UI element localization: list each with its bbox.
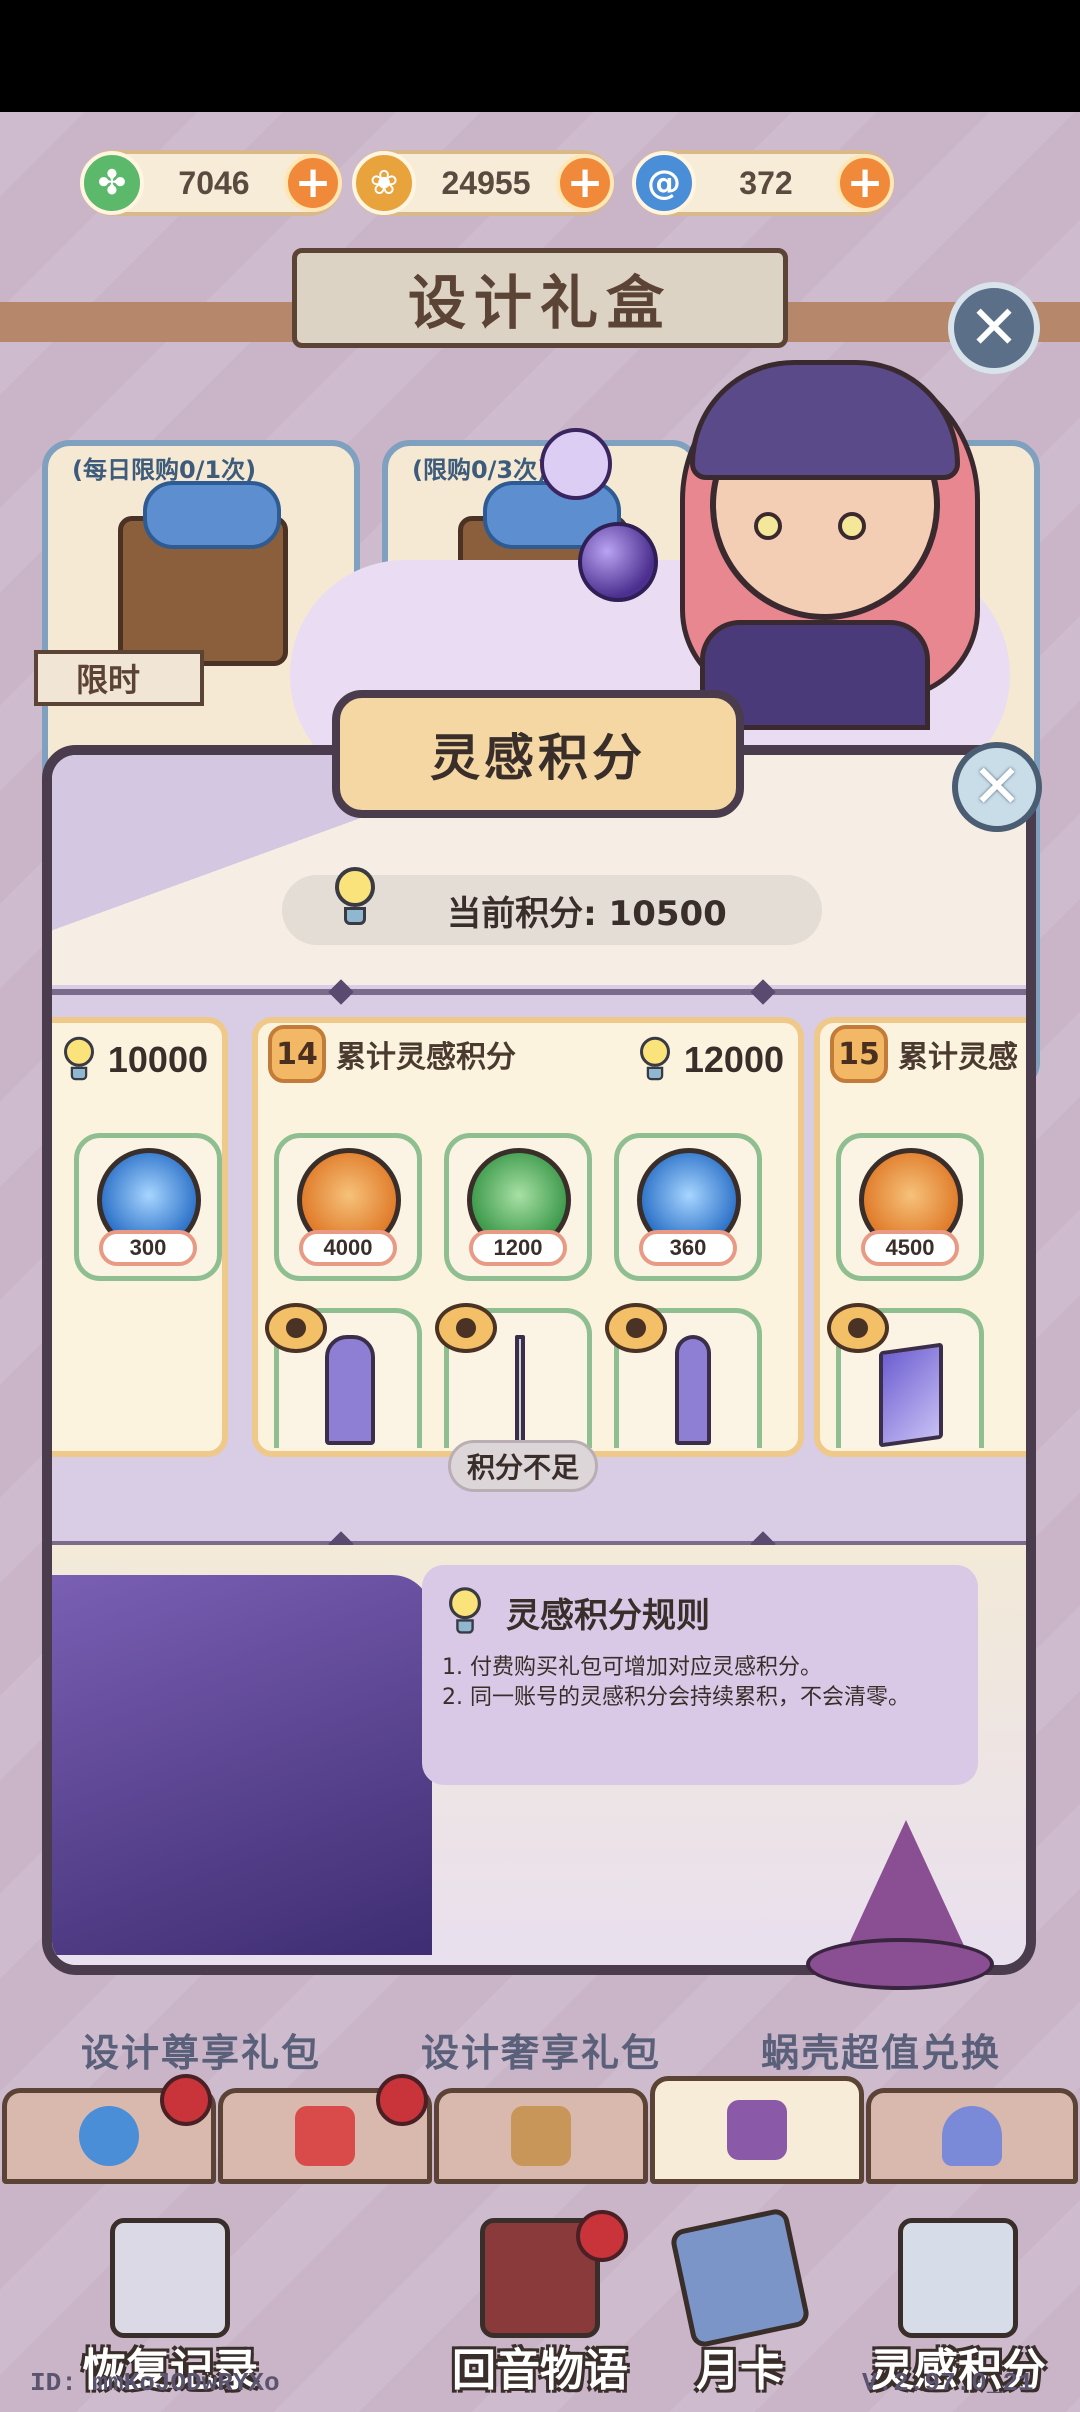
lightbulb-icon [898,2218,1018,2338]
reward-slot[interactable]: 4000 [274,1133,422,1281]
lightbulb-icon [638,1036,673,1084]
notification-dot [376,2074,428,2126]
current-score-text: 当前积分: 10500 [447,893,727,934]
reward-card-14[interactable]: 14 累计灵感积分 12000 4000 1200 360 [252,1017,804,1457]
tier-label: 累计灵感 [898,1040,1018,1075]
clover-coin-icon: ✤ [80,151,144,215]
inspiration-points-modal: 当前积分: 10500 10000 300 14 累计灵感积分 12000 40… [42,745,1036,1975]
clover-coin-value: 7046 [178,164,250,201]
tier-badge: 14 [268,1025,326,1083]
small-orb-icon [540,428,612,500]
clipboard-icon [110,2218,230,2338]
modal-close-button[interactable]: ✕ [952,742,1042,832]
mirror-item-icon [675,1335,711,1445]
preview-eye-icon[interactable] [435,1303,497,1353]
reward-card-13[interactable]: 10000 300 [52,1017,228,1457]
reward-amount: 4500 [861,1230,959,1266]
reward-amount: 4000 [299,1230,397,1266]
character-eye [838,512,866,540]
swirl-coin-value: 372 [739,164,793,201]
swirl-icon [79,2106,139,2166]
add-swirl-button[interactable]: + [836,154,894,212]
status-bar [0,0,1080,112]
friends-icon [942,2106,1002,2166]
shirt-icon [295,2106,355,2166]
currency-swirl: @ 372 + [632,150,894,216]
pack-label: 设计奢享礼包 [420,2031,661,2075]
gift-icon [511,2106,571,2166]
room-illustration [52,1575,432,1955]
reward-amount: 1200 [469,1230,567,1266]
reward-slot[interactable]: 300 [74,1133,222,1281]
app-version: V.2.97.0_21 [862,2368,1034,2398]
item-slot[interactable] [265,1303,422,1448]
tier-badge: 15 [830,1025,888,1083]
shell-coin-icon: ❀ [352,151,416,215]
swirl-coin-icon: @ [632,151,696,215]
item-slot[interactable] [435,1303,592,1448]
track-border [52,989,1026,995]
item-slot[interactable] [827,1303,984,1448]
modal-title: 灵感积分 [332,690,744,818]
reward-card-header: 15 累计灵感 [820,1023,1026,1085]
reward-amount: 360 [639,1230,737,1266]
user-id: ID: mmKoJODwRYXo [30,2368,280,2398]
card-icon [668,2206,812,2350]
gift-box-icon [118,481,288,666]
tier-label: 累计灵感积分 [336,1040,516,1075]
preview-eye-icon[interactable] [605,1303,667,1353]
currency-clover: ✤ 7046 + [80,150,342,216]
reward-slot[interactable]: 4500 [836,1133,984,1281]
reward-card-15[interactable]: 15 累计灵感 4500 [814,1017,1026,1457]
window-item-icon [325,1335,375,1445]
insufficient-points-button[interactable]: 积分不足 [448,1440,598,1492]
currency-shell: ❀ 24955 + [352,150,614,216]
limited-tag: 限时 [34,650,204,706]
add-clover-button[interactable]: + [284,154,342,212]
crystal-ball-icon [578,522,658,602]
add-shell-button[interactable]: + [556,154,614,212]
rules-panel: 灵感积分规则 1. 付费购买礼包可增加对应灵感积分。 2. 同一账号的灵感积分会… [422,1565,978,1785]
reward-slot[interactable]: 360 [614,1133,762,1281]
monthly-card-button[interactable]: 月卡 [630,2206,850,2398]
preview-eye-icon[interactable] [827,1303,889,1353]
pack-label: 蜗壳超值兑换 [760,2031,1001,2075]
preview-eye-icon[interactable] [265,1303,327,1353]
pack-limit-label: (每日限购0/1次) [72,456,257,484]
reward-slot[interactable]: 1200 [444,1133,592,1281]
notification-dot [576,2210,628,2262]
scroll-icon [727,2100,787,2160]
reward-target: 12000 [632,1029,784,1091]
lightbulb-icon [332,867,378,929]
rule-line: 1. 付费购买礼包可增加对应灵感积分。 [442,1655,822,1680]
panel-item-icon [879,1342,943,1448]
lightbulb-icon [447,1587,484,1637]
pack-limit-label: (限购0/3次) [412,456,549,484]
reward-target: 10000 [56,1029,208,1091]
rule-line: 2. 同一账号的灵感积分会持续累积，不会清零。 [442,1685,910,1710]
item-slot[interactable] [605,1303,762,1448]
reward-amount: 300 [99,1230,197,1266]
tab-gift[interactable] [434,2088,648,2184]
character-eye [754,512,782,540]
sword-item-icon [515,1335,525,1445]
tab-scroll[interactable] [650,2076,864,2184]
shop-title: 设计礼盒 [292,248,788,348]
shop-close-button[interactable]: ✕ [948,282,1040,374]
rules-title: 灵感积分规则 [442,1581,958,1643]
notification-dot [160,2074,212,2126]
lightbulb-icon [62,1036,97,1084]
tab-friends[interactable] [866,2088,1078,2184]
shop-tab-bar [0,2074,1080,2188]
witch-hat-decoration [806,1820,994,1990]
shell-coin-value: 24955 [441,164,531,201]
pack-label: 设计尊享礼包 [80,2031,321,2075]
